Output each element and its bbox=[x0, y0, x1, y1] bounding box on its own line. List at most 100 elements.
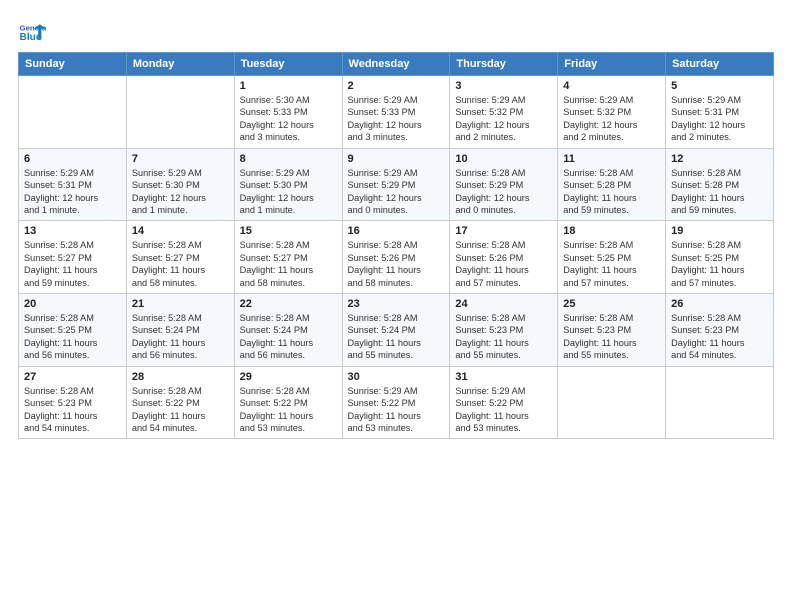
day-number: 14 bbox=[132, 225, 229, 237]
calendar-cell: 30 Sunrise: 5:29 AM Sunset: 5:22 PM Dayli… bbox=[342, 366, 450, 439]
calendar-cell bbox=[126, 76, 234, 149]
calendar-cell: 15 Sunrise: 5:28 AM Sunset: 5:27 PM Dayli… bbox=[234, 221, 342, 294]
day-number: 24 bbox=[455, 298, 552, 310]
calendar-cell: 25 Sunrise: 5:28 AM Sunset: 5:23 PM Dayli… bbox=[558, 294, 666, 367]
calendar-header-row: SundayMondayTuesdayWednesdayThursdayFrid… bbox=[19, 53, 774, 76]
day-info: Sunrise: 5:28 AM Sunset: 5:27 PM Dayligh… bbox=[24, 239, 121, 289]
day-number: 26 bbox=[671, 298, 768, 310]
weekday-header-monday: Monday bbox=[126, 53, 234, 76]
day-info: Sunrise: 5:30 AM Sunset: 5:33 PM Dayligh… bbox=[240, 94, 337, 144]
calendar-week-row: 1 Sunrise: 5:30 AM Sunset: 5:33 PM Daylig… bbox=[19, 76, 774, 149]
generalblue-logo-icon: General Blue bbox=[18, 18, 46, 46]
calendar-table: SundayMondayTuesdayWednesdayThursdayFrid… bbox=[18, 52, 774, 439]
day-info: Sunrise: 5:29 AM Sunset: 5:32 PM Dayligh… bbox=[563, 94, 660, 144]
day-number: 28 bbox=[132, 371, 229, 383]
day-info: Sunrise: 5:28 AM Sunset: 5:24 PM Dayligh… bbox=[132, 312, 229, 362]
weekday-header-sunday: Sunday bbox=[19, 53, 127, 76]
day-info: Sunrise: 5:28 AM Sunset: 5:28 PM Dayligh… bbox=[671, 167, 768, 217]
day-info: Sunrise: 5:28 AM Sunset: 5:29 PM Dayligh… bbox=[455, 167, 552, 217]
calendar-cell: 17 Sunrise: 5:28 AM Sunset: 5:26 PM Dayli… bbox=[450, 221, 558, 294]
day-number: 11 bbox=[563, 153, 660, 165]
day-number: 29 bbox=[240, 371, 337, 383]
day-number: 13 bbox=[24, 225, 121, 237]
day-info: Sunrise: 5:29 AM Sunset: 5:29 PM Dayligh… bbox=[348, 167, 445, 217]
day-number: 18 bbox=[563, 225, 660, 237]
calendar-cell: 24 Sunrise: 5:28 AM Sunset: 5:23 PM Dayli… bbox=[450, 294, 558, 367]
day-info: Sunrise: 5:28 AM Sunset: 5:23 PM Dayligh… bbox=[455, 312, 552, 362]
calendar-cell: 4 Sunrise: 5:29 AM Sunset: 5:32 PM Daylig… bbox=[558, 76, 666, 149]
day-number: 3 bbox=[455, 80, 552, 92]
day-info: Sunrise: 5:29 AM Sunset: 5:32 PM Dayligh… bbox=[455, 94, 552, 144]
header-area: General Blue bbox=[18, 18, 774, 46]
weekday-header-thursday: Thursday bbox=[450, 53, 558, 76]
day-info: Sunrise: 5:28 AM Sunset: 5:28 PM Dayligh… bbox=[563, 167, 660, 217]
calendar-cell: 2Sunrise: 5:29 AM Sunset: 5:33 PM Daylig… bbox=[342, 76, 450, 149]
calendar-cell: 14 Sunrise: 5:28 AM Sunset: 5:27 PM Dayli… bbox=[126, 221, 234, 294]
weekday-header-saturday: Saturday bbox=[666, 53, 774, 76]
day-number: 30 bbox=[348, 371, 445, 383]
day-info: Sunrise: 5:28 AM Sunset: 5:24 PM Dayligh… bbox=[240, 312, 337, 362]
calendar-cell: 29 Sunrise: 5:28 AM Sunset: 5:22 PM Dayli… bbox=[234, 366, 342, 439]
day-number: 9 bbox=[348, 153, 445, 165]
day-info: Sunrise: 5:29 AM Sunset: 5:31 PM Dayligh… bbox=[24, 167, 121, 217]
day-info: Sunrise: 5:29 AM Sunset: 5:30 PM Dayligh… bbox=[240, 167, 337, 217]
day-info: Sunrise: 5:28 AM Sunset: 5:26 PM Dayligh… bbox=[455, 239, 552, 289]
day-info: Sunrise: 5:29 AM Sunset: 5:22 PM Dayligh… bbox=[455, 385, 552, 435]
calendar-cell: 31Sunrise: 5:29 AM Sunset: 5:22 PM Dayli… bbox=[450, 366, 558, 439]
calendar-cell bbox=[19, 76, 127, 149]
day-info: Sunrise: 5:28 AM Sunset: 5:25 PM Dayligh… bbox=[563, 239, 660, 289]
calendar-cell: 9 Sunrise: 5:29 AM Sunset: 5:29 PM Daylig… bbox=[342, 148, 450, 221]
day-info: Sunrise: 5:28 AM Sunset: 5:26 PM Dayligh… bbox=[348, 239, 445, 289]
day-number: 4 bbox=[563, 80, 660, 92]
calendar-cell: 21 Sunrise: 5:28 AM Sunset: 5:24 PM Dayli… bbox=[126, 294, 234, 367]
day-info: Sunrise: 5:28 AM Sunset: 5:27 PM Dayligh… bbox=[132, 239, 229, 289]
calendar-cell: 26 Sunrise: 5:28 AM Sunset: 5:23 PM Dayli… bbox=[666, 294, 774, 367]
day-info: Sunrise: 5:28 AM Sunset: 5:25 PM Dayligh… bbox=[24, 312, 121, 362]
calendar-cell bbox=[666, 366, 774, 439]
calendar-cell: 1 Sunrise: 5:30 AM Sunset: 5:33 PM Daylig… bbox=[234, 76, 342, 149]
day-number: 20 bbox=[24, 298, 121, 310]
day-number: 6 bbox=[24, 153, 121, 165]
calendar-cell bbox=[558, 366, 666, 439]
calendar-cell: 28 Sunrise: 5:28 AM Sunset: 5:22 PM Dayli… bbox=[126, 366, 234, 439]
day-number: 15 bbox=[240, 225, 337, 237]
day-number: 23 bbox=[348, 298, 445, 310]
calendar-cell: 18 Sunrise: 5:28 AM Sunset: 5:25 PM Dayli… bbox=[558, 221, 666, 294]
calendar-cell: 19 Sunrise: 5:28 AM Sunset: 5:25 PM Dayli… bbox=[666, 221, 774, 294]
day-number: 25 bbox=[563, 298, 660, 310]
calendar-week-row: 27Sunrise: 5:28 AM Sunset: 5:23 PM Dayli… bbox=[19, 366, 774, 439]
calendar-cell: 5Sunrise: 5:29 AM Sunset: 5:31 PM Daylig… bbox=[666, 76, 774, 149]
day-number: 8 bbox=[240, 153, 337, 165]
day-number: 21 bbox=[132, 298, 229, 310]
day-number: 12 bbox=[671, 153, 768, 165]
day-info: Sunrise: 5:29 AM Sunset: 5:30 PM Dayligh… bbox=[132, 167, 229, 217]
day-info: Sunrise: 5:28 AM Sunset: 5:23 PM Dayligh… bbox=[671, 312, 768, 362]
day-number: 7 bbox=[132, 153, 229, 165]
day-number: 2 bbox=[348, 80, 445, 92]
calendar-cell: 11 Sunrise: 5:28 AM Sunset: 5:28 PM Dayli… bbox=[558, 148, 666, 221]
day-number: 27 bbox=[24, 371, 121, 383]
day-number: 19 bbox=[671, 225, 768, 237]
calendar-cell: 22 Sunrise: 5:28 AM Sunset: 5:24 PM Dayli… bbox=[234, 294, 342, 367]
calendar-week-row: 20 Sunrise: 5:28 AM Sunset: 5:25 PM Dayli… bbox=[19, 294, 774, 367]
day-info: Sunrise: 5:28 AM Sunset: 5:22 PM Dayligh… bbox=[240, 385, 337, 435]
calendar-cell: 20 Sunrise: 5:28 AM Sunset: 5:25 PM Dayli… bbox=[19, 294, 127, 367]
calendar-cell: 16Sunrise: 5:28 AM Sunset: 5:26 PM Dayli… bbox=[342, 221, 450, 294]
day-info: Sunrise: 5:29 AM Sunset: 5:22 PM Dayligh… bbox=[348, 385, 445, 435]
calendar-cell: 6 Sunrise: 5:29 AM Sunset: 5:31 PM Daylig… bbox=[19, 148, 127, 221]
day-number: 10 bbox=[455, 153, 552, 165]
day-info: Sunrise: 5:28 AM Sunset: 5:23 PM Dayligh… bbox=[563, 312, 660, 362]
day-info: Sunrise: 5:28 AM Sunset: 5:25 PM Dayligh… bbox=[671, 239, 768, 289]
day-number: 1 bbox=[240, 80, 337, 92]
day-info: Sunrise: 5:28 AM Sunset: 5:22 PM Dayligh… bbox=[132, 385, 229, 435]
day-info: Sunrise: 5:28 AM Sunset: 5:27 PM Dayligh… bbox=[240, 239, 337, 289]
day-number: 22 bbox=[240, 298, 337, 310]
calendar-cell: 13 Sunrise: 5:28 AM Sunset: 5:27 PM Dayli… bbox=[19, 221, 127, 294]
logo-container: General Blue bbox=[18, 18, 46, 46]
page: General Blue SundayMondayTuesdayWednesda… bbox=[0, 0, 792, 449]
calendar-cell: 8 Sunrise: 5:29 AM Sunset: 5:30 PM Daylig… bbox=[234, 148, 342, 221]
calendar-cell: 23Sunrise: 5:28 AM Sunset: 5:24 PM Dayli… bbox=[342, 294, 450, 367]
day-number: 17 bbox=[455, 225, 552, 237]
weekday-header-friday: Friday bbox=[558, 53, 666, 76]
day-number: 5 bbox=[671, 80, 768, 92]
